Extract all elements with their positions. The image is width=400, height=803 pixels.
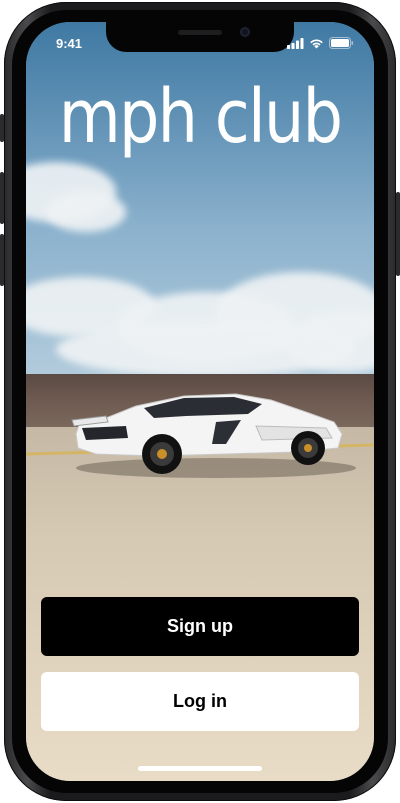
front-camera-icon [240, 27, 250, 37]
volume-up-button [0, 172, 4, 224]
speaker-grille [178, 30, 222, 35]
battery-icon [329, 37, 354, 49]
power-button [396, 192, 400, 276]
status-time: 9:41 [56, 36, 83, 51]
status-icons [287, 37, 354, 49]
car-image [71, 393, 356, 478]
wifi-icon [310, 38, 323, 48]
app-screen: 9:41 mph club Sign up Log in [26, 22, 374, 781]
app-logo: mph club [58, 74, 343, 160]
cellular-signal-icon [287, 37, 304, 49]
device-notch [106, 22, 294, 52]
volume-down-button [0, 234, 4, 286]
signup-button[interactable]: Sign up [41, 597, 359, 656]
home-indicator[interactable] [138, 766, 262, 771]
login-button[interactable]: Log in [41, 672, 359, 731]
silent-switch [0, 114, 4, 142]
cloud [56, 322, 356, 377]
cloud [46, 192, 126, 232]
